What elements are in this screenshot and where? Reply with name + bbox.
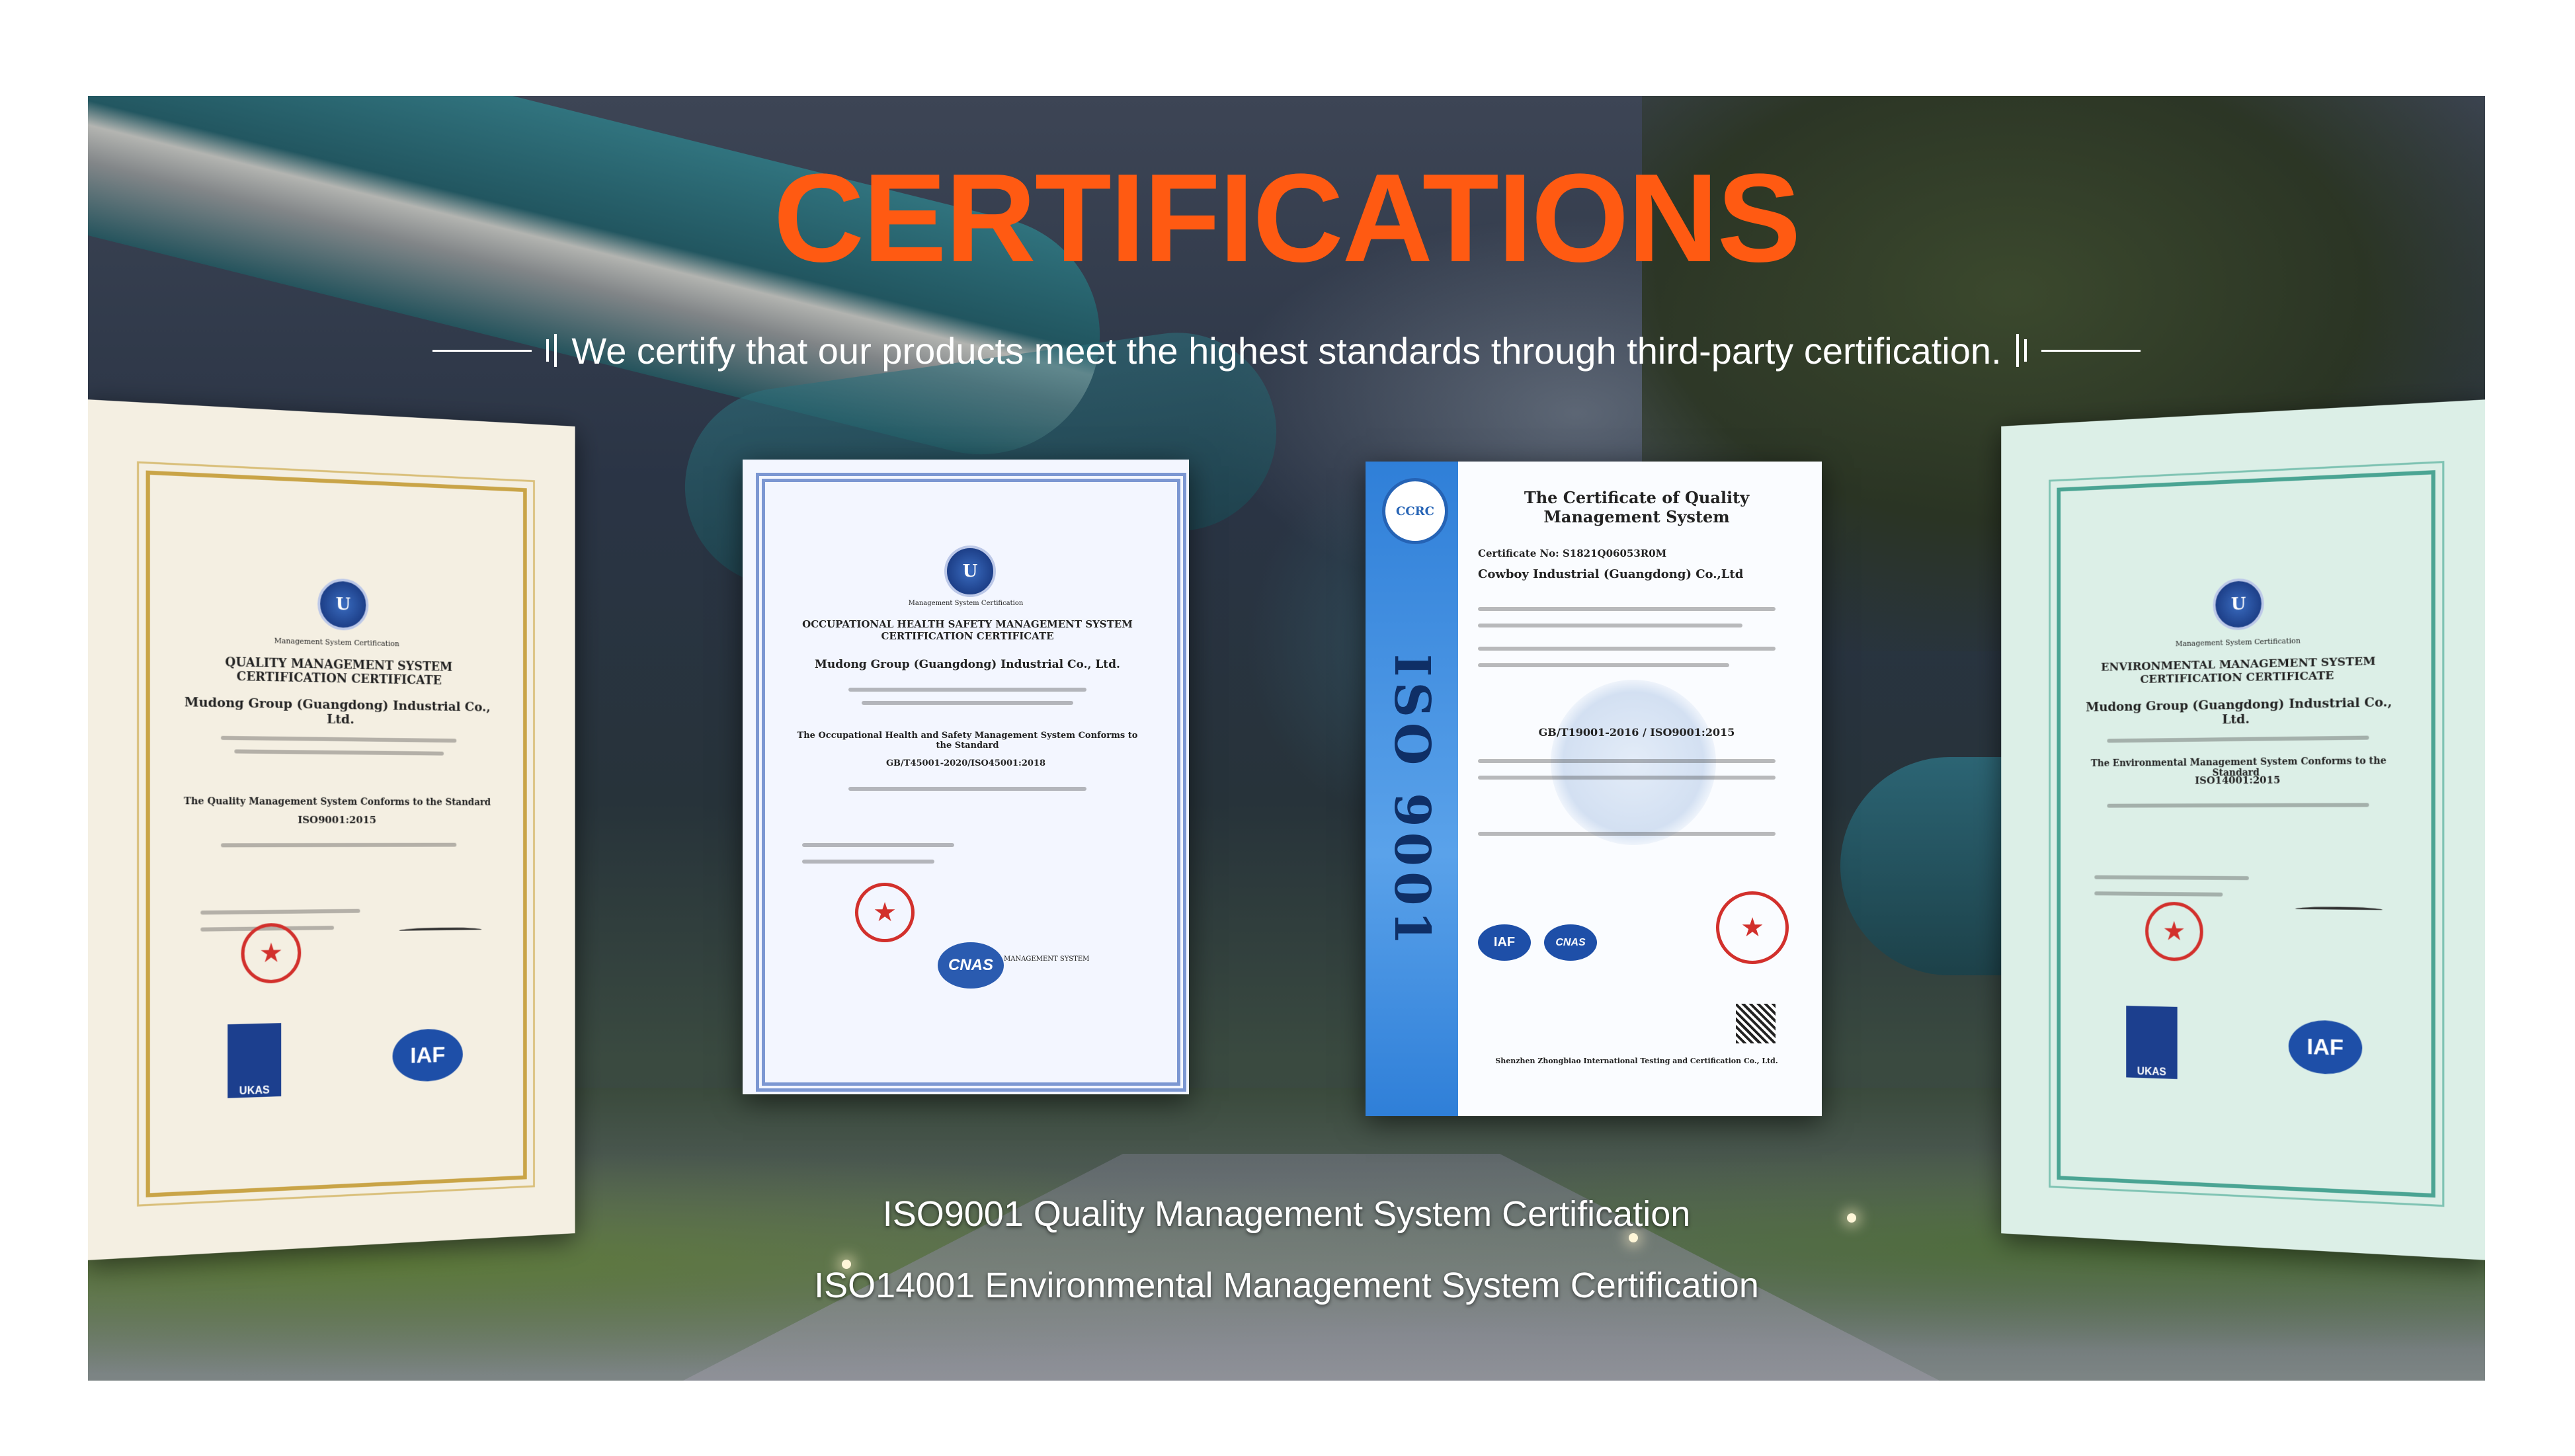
ukas-mark-icon: UKAS xyxy=(227,1023,281,1098)
red-seal-stamp xyxy=(855,883,915,942)
text-line xyxy=(848,787,1086,791)
text-line xyxy=(1478,663,1729,667)
text-line xyxy=(1478,759,1776,763)
subtitle: We certify that our products meet the hi… xyxy=(571,329,2001,372)
cert-standard: The Quality Management System Conforms t… xyxy=(173,796,501,808)
certificate-occupational-health: U Management System Certification OCCUPA… xyxy=(743,460,1189,1094)
cert-company: Cowboy Industrial (Guangdong) Co.,Ltd xyxy=(1478,567,1795,581)
text-line xyxy=(802,843,954,847)
cnas-mark-icon: CNAS xyxy=(1544,924,1597,961)
red-seal-stamp xyxy=(1716,891,1789,964)
cert-heading: The Certificate of Quality Management Sy… xyxy=(1478,488,1795,526)
cert-company: Mudong Group (Guangdong) Industrial Co.,… xyxy=(173,695,501,729)
decorative-line xyxy=(2041,350,2141,352)
cert-code: GB/T19001-2016 / ISO9001:2015 xyxy=(1478,726,1795,739)
caption-iso9001: ISO9001 Quality Management System Certif… xyxy=(88,1193,2485,1234)
certificate-quality: U Management System Certification QUALIT… xyxy=(88,399,575,1260)
certification-logo-icon: U xyxy=(944,546,996,597)
decorative-bars xyxy=(546,334,557,367)
text-line xyxy=(862,701,1073,705)
ukas-mark-icon: UKAS xyxy=(2126,1006,2177,1079)
red-seal-stamp xyxy=(2145,902,2203,961)
text-line xyxy=(1478,624,1742,627)
text-line xyxy=(1478,647,1776,651)
hero-banner: CERTIFICATIONS We certify that our produ… xyxy=(88,96,2485,1381)
red-seal-stamp xyxy=(241,923,302,984)
cert-standard: The Occupational Health and Safety Manag… xyxy=(796,731,1139,750)
certificate-iso9001: CCRC ISO 9001 The Certificate of Quality… xyxy=(1366,462,1822,1116)
lamp-light xyxy=(1629,1233,1638,1242)
text-line xyxy=(221,843,456,848)
text-line xyxy=(2107,803,2369,807)
text-line xyxy=(1478,607,1776,611)
text-line xyxy=(848,688,1086,692)
iaf-mark-icon: IAF xyxy=(1478,924,1531,961)
cnas-note: MANAGEMENT SYSTEM xyxy=(1004,955,1110,963)
page-title: CERTIFICATIONS xyxy=(88,155,2485,281)
subtitle-row: We certify that our products meet the hi… xyxy=(88,324,2485,377)
certification-logo-icon: U xyxy=(317,578,368,631)
cert-number: Certificate No: S1821Q06053R0M xyxy=(1478,547,1795,559)
decorative-bars xyxy=(2016,334,2027,367)
certification-logo-icon: U xyxy=(2213,578,2264,631)
text-line xyxy=(1478,776,1776,780)
cert-badge: Management System Certification xyxy=(743,600,1189,607)
cnas-mark-icon: CNAS xyxy=(938,942,1004,989)
cert-company: Mudong Group (Guangdong) Industrial Co.,… xyxy=(796,658,1139,671)
certificate-environmental: U Management System Certification ENVIRO… xyxy=(2001,399,2485,1260)
cert-code: GB/T45001-2020/ISO45001:2018 xyxy=(743,758,1189,768)
iso-9001-side-label: ISO 9001 xyxy=(1382,683,1442,921)
text-line xyxy=(1478,832,1776,836)
qr-code-icon xyxy=(1736,1004,1776,1043)
ccrc-logo-icon: CCRC xyxy=(1382,478,1448,544)
cert-company: Mudong Group (Guangdong) Industrial Co.,… xyxy=(2076,695,2403,729)
caption-iso14001: ISO14001 Environmental Management System… xyxy=(88,1265,2485,1306)
text-line xyxy=(802,860,934,864)
cert-code: ISO9001:2015 xyxy=(88,813,575,826)
decorative-line xyxy=(432,350,532,352)
cert-heading: OCCUPATIONAL HEALTH SAFETY MANAGEMENT SY… xyxy=(796,618,1139,642)
cert-footer: Shenzhen Zhongbiao International Testing… xyxy=(1478,1057,1795,1065)
